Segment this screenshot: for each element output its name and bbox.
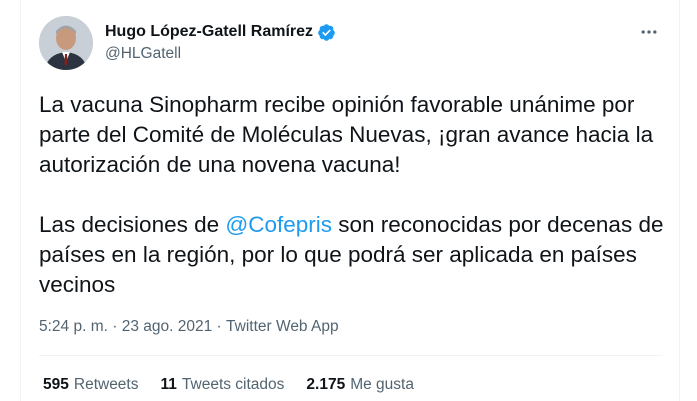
author-display-name[interactable]: Hugo López-Gatell Ramírez (105, 23, 313, 41)
retweets-label: Retweets (73, 376, 139, 393)
divider (39, 355, 663, 356)
retweets-stat[interactable]: 595 Retweets (43, 376, 139, 394)
likes-count: 2.175 (306, 376, 346, 393)
more-horizontal-icon[interactable] (637, 20, 661, 44)
meta-separator-2: · (212, 318, 227, 335)
tweet-metadata: 5:24 p. m. · 23 ago. 2021 · Twitter Web … (39, 318, 339, 336)
tweet-time[interactable]: 5:24 p. m. (39, 318, 108, 336)
tweet-source[interactable]: Twitter Web App (226, 318, 339, 336)
author-handle[interactable]: @HLGatell (105, 45, 181, 63)
mention-link-cofepris[interactable]: @Cofepris (225, 212, 332, 237)
quote-tweets-label: Tweets citados (181, 376, 285, 393)
tweet-card: Hugo López-Gatell Ramírez @HLGatell La v… (20, 0, 680, 401)
likes-stat[interactable]: 2.175 Me gusta (306, 376, 414, 394)
avatar-image (39, 16, 93, 70)
tweet-text: La vacuna Sinopharm recibe opinión favor… (39, 90, 669, 300)
quote-tweets-stat[interactable]: 11 Tweets citados (161, 376, 285, 394)
author-name-row: Hugo López-Gatell Ramírez (105, 22, 336, 42)
avatar[interactable] (39, 16, 93, 70)
tweet-paragraph-2: Las decisiones de @Cofepris son reconoci… (39, 210, 669, 300)
meta-separator-1: · (107, 318, 122, 335)
verified-badge-icon (317, 23, 336, 42)
tweet-stats: 595 Retweets 11 Tweets citados 2.175 Me … (43, 376, 414, 394)
tweet-paragraph-1: La vacuna Sinopharm recibe opinión favor… (39, 92, 654, 177)
retweets-count: 595 (43, 376, 69, 393)
tweet-paragraph-2-start: Las decisiones de (39, 212, 226, 237)
quote-tweets-count: 11 (160, 376, 177, 393)
likes-label: Me gusta (350, 376, 414, 393)
tweet-date[interactable]: 23 ago. 2021 (122, 318, 213, 336)
